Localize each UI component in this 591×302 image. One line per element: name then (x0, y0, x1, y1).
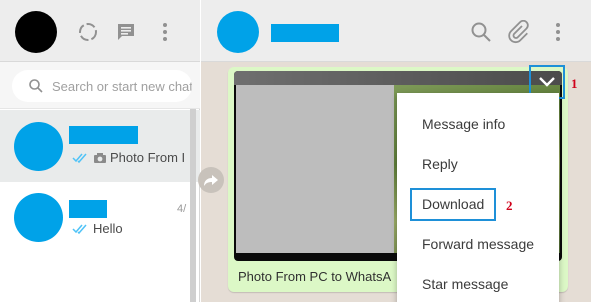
chat-list-scrollbar[interactable] (190, 109, 196, 302)
menu-item-star-message[interactable]: Star message (397, 264, 559, 302)
contact-avatar (14, 122, 63, 171)
status-icon[interactable] (76, 20, 100, 44)
preview-text: Photo From I (110, 150, 186, 165)
menu-item-forward-message[interactable]: Forward message (397, 224, 559, 264)
conversation-header (201, 0, 591, 62)
step-marker-2: 2 (506, 198, 513, 213)
forward-icon (204, 175, 218, 186)
preview-text: Hello (93, 221, 123, 236)
whatsapp-web-window: Photo From I 4/ Hello (0, 0, 591, 302)
left-header (0, 0, 200, 62)
menu-icon[interactable] (153, 20, 177, 44)
photo-left-region (236, 85, 394, 253)
last-message-preview: Hello (72, 221, 123, 236)
menu-item-message-info[interactable]: Message info (397, 104, 559, 144)
my-avatar[interactable] (15, 11, 57, 53)
contact-name-redacted (69, 126, 138, 144)
search-icon[interactable] (469, 20, 493, 44)
new-chat-icon[interactable] (114, 20, 138, 44)
search-box[interactable] (12, 70, 192, 102)
double-check-icon (72, 153, 87, 163)
search-icon (29, 79, 43, 93)
last-message-preview: Photo From I (72, 150, 185, 165)
camera-icon (94, 152, 106, 163)
chat-time: 4/ (177, 203, 187, 215)
contact-avatar (14, 193, 63, 242)
attach-icon[interactable] (506, 20, 530, 44)
forward-button[interactable] (198, 167, 224, 193)
contact-name-redacted[interactable] (271, 24, 339, 42)
menu-item-reply[interactable]: Reply (397, 144, 559, 184)
contact-name-redacted (69, 200, 107, 218)
double-check-icon (72, 224, 87, 234)
message-context-menu: Message info Reply Download Forward mess… (397, 93, 559, 302)
chat-list-item[interactable]: Photo From I (0, 110, 200, 182)
step-marker-1: 1 (571, 76, 578, 91)
photo-top-strip (234, 71, 562, 85)
contact-avatar[interactable] (217, 11, 259, 53)
search-input[interactable] (52, 70, 192, 102)
chevron-down-icon[interactable] (534, 70, 560, 94)
chat-list-panel: Photo From I 4/ Hello (0, 0, 200, 302)
chat-list-item[interactable]: 4/ Hello (0, 182, 200, 254)
photo-caption: Photo From PC to WhatsA (238, 269, 392, 284)
conversation-panel: Photo From PC to WhatsA 1 Message info R… (198, 0, 591, 302)
search-bar (0, 62, 200, 109)
menu-icon[interactable] (546, 20, 570, 44)
download-highlight-box (410, 188, 496, 221)
